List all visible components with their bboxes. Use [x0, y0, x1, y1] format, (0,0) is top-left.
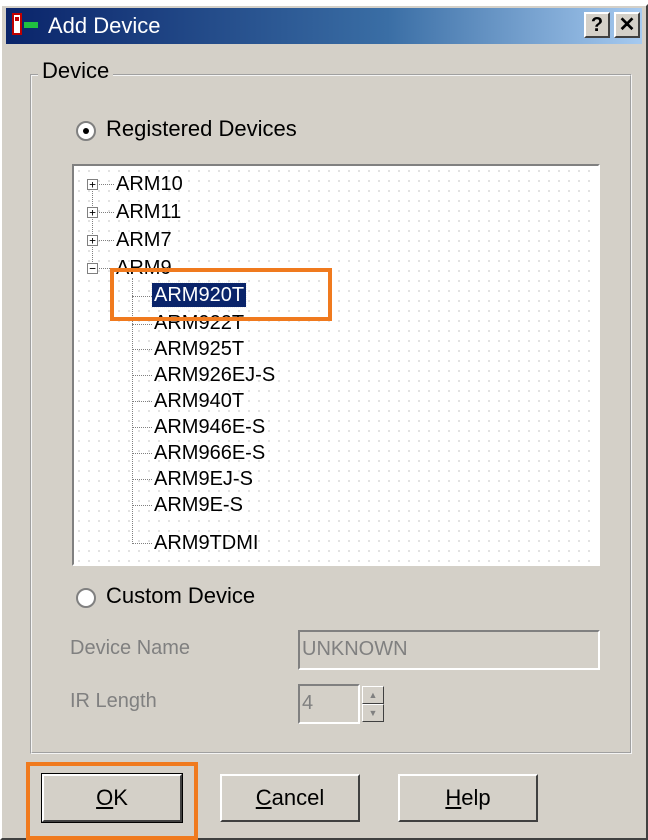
tree-node-arm940t[interactable]: ARM940T — [152, 389, 246, 413]
tree-connector — [132, 453, 152, 454]
custom-device-label[interactable]: Custom Device — [106, 583, 255, 609]
tree-node-arm9ej-s[interactable]: ARM9EJ-S — [152, 467, 255, 491]
cancel-label: ancel — [271, 785, 325, 810]
tree-node-arm9tdmi[interactable]: ARM9TDMI — [152, 531, 260, 555]
window-title: Add Device — [48, 13, 161, 38]
tree-node-arm926ej-s[interactable]: ARM926EJ-S — [152, 363, 277, 387]
tree-node-arm925t[interactable]: ARM925T — [152, 337, 246, 361]
device-name-field[interactable]: UNKNOWN — [298, 630, 600, 670]
tree-connector — [132, 401, 152, 402]
close-button[interactable]: ✕ — [614, 12, 640, 38]
spin-up-icon[interactable]: ▲ — [362, 686, 384, 704]
ir-length-label: IR Length — [70, 690, 157, 712]
help-label: elp — [461, 785, 491, 810]
collapse-icon[interactable]: − — [87, 263, 98, 274]
expand-icon[interactable]: + — [87, 235, 98, 246]
cancel-button[interactable]: Cancel — [220, 774, 360, 822]
help-accelerator: H — [445, 785, 462, 810]
highlight-annotation-ok — [26, 762, 198, 840]
highlight-annotation-tree — [110, 268, 332, 321]
custom-device-radio[interactable] — [76, 588, 96, 608]
title-bar[interactable]: Add Device ? ✕ — [6, 8, 642, 44]
ir-length-spinner[interactable]: ▲ ▼ — [362, 686, 384, 722]
expand-icon[interactable]: + — [87, 179, 98, 190]
tree-connector — [92, 180, 93, 264]
tree-node-arm946e-s[interactable]: ARM946E-S — [152, 415, 267, 439]
tree-connector — [132, 543, 152, 544]
help-title-button[interactable]: ? — [584, 12, 610, 38]
registered-devices-radio[interactable] — [76, 121, 96, 141]
device-name-label: Device Name — [70, 637, 191, 659]
device-tree[interactable]: + ARM10 + ARM11 + ARM7 − ARM9 ARM920T AR… — [72, 164, 600, 566]
expand-icon[interactable]: + — [87, 207, 98, 218]
tree-node-arm11[interactable]: ARM11 — [114, 200, 183, 224]
device-group-legend: Device — [38, 58, 114, 84]
tree-node-arm9e-s[interactable]: ARM9E-S — [152, 493, 245, 517]
tree-connector — [132, 427, 152, 428]
tree-node-arm7[interactable]: ARM7 — [114, 228, 174, 252]
tree-connector — [132, 479, 152, 480]
help-button[interactable]: Help — [398, 774, 538, 822]
tree-connector — [132, 505, 152, 506]
tree-node-arm10[interactable]: ARM10 — [114, 172, 185, 196]
tree-node-arm966e-s[interactable]: ARM966E-S — [152, 441, 267, 465]
tree-connector — [132, 324, 152, 325]
spin-down-icon[interactable]: ▼ — [362, 704, 384, 722]
ir-length-field[interactable]: 4 — [298, 684, 360, 724]
tree-connector — [132, 375, 152, 376]
registered-devices-label[interactable]: Registered Devices — [106, 116, 297, 142]
cancel-accelerator: C — [255, 785, 272, 810]
app-icon — [12, 13, 38, 35]
radio-selected-dot — [83, 128, 89, 134]
tree-connector — [132, 349, 152, 350]
